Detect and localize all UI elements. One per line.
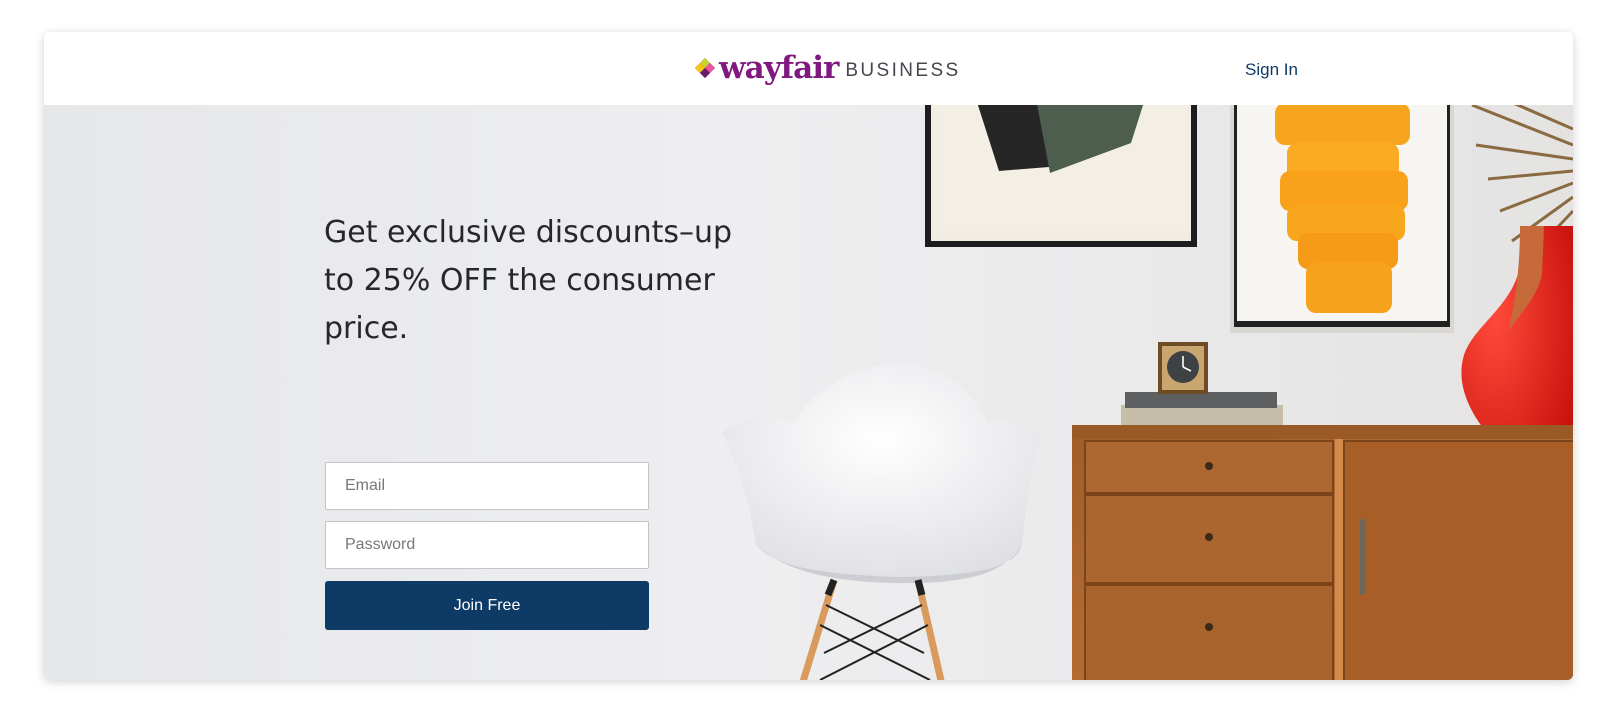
hero-section: Get exclusive discounts–up to 25% OFF th… <box>44 105 1573 680</box>
email-input[interactable] <box>325 462 649 510</box>
header: wayfair BUSINESS Sign In <box>44 32 1573 105</box>
framed-art-left <box>925 105 1197 247</box>
password-input[interactable] <box>325 521 649 569</box>
red-vase <box>1461 226 1573 460</box>
landing-card: wayfair BUSINESS Sign In Get exclusive d… <box>44 32 1573 680</box>
wayfair-business-logo[interactable]: wayfair BUSINESS <box>694 50 961 86</box>
hero-room-illustration <box>722 105 1573 680</box>
join-free-button[interactable]: Join Free <box>325 581 649 630</box>
framed-art-right <box>1230 105 1454 333</box>
hero-headline: Get exclusive discounts–up to 25% OFF th… <box>324 215 733 346</box>
books-and-clock <box>1121 342 1283 427</box>
logo-business-label: BUSINESS <box>845 60 961 81</box>
white-shell-chair <box>722 363 1040 680</box>
wayfair-logo-mark-icon <box>695 58 715 78</box>
sign-in-link[interactable]: Sign In <box>1245 60 1298 80</box>
logo-wordmark: wayfair <box>719 49 839 86</box>
wooden-sideboard <box>1072 425 1573 680</box>
